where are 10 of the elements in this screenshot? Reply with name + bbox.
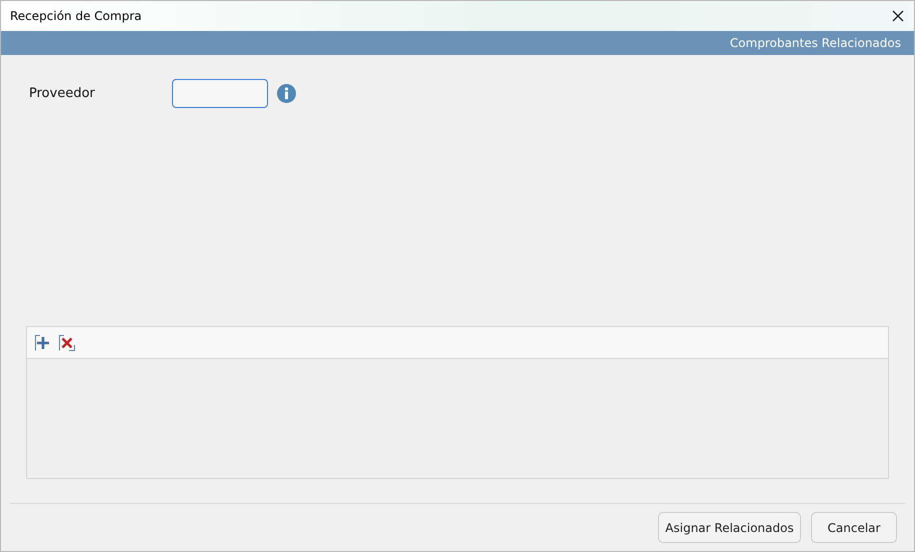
band-title: Comprobantes Relacionados bbox=[730, 36, 901, 50]
dialog-button[interactable]: Asignar Relacionados bbox=[658, 512, 801, 544]
delete-icon[interactable] bbox=[59, 334, 75, 351]
add-icon[interactable] bbox=[35, 334, 51, 351]
dialog-button[interactable]: Cancelar bbox=[811, 512, 897, 544]
field-label: Proveedor bbox=[28, 86, 96, 101]
window-title: Recepción de Compra bbox=[10, 8, 142, 23]
info-icon[interactable] bbox=[277, 84, 296, 103]
close-icon[interactable] bbox=[892, 10, 904, 22]
input-field[interactable] bbox=[172, 78, 268, 108]
